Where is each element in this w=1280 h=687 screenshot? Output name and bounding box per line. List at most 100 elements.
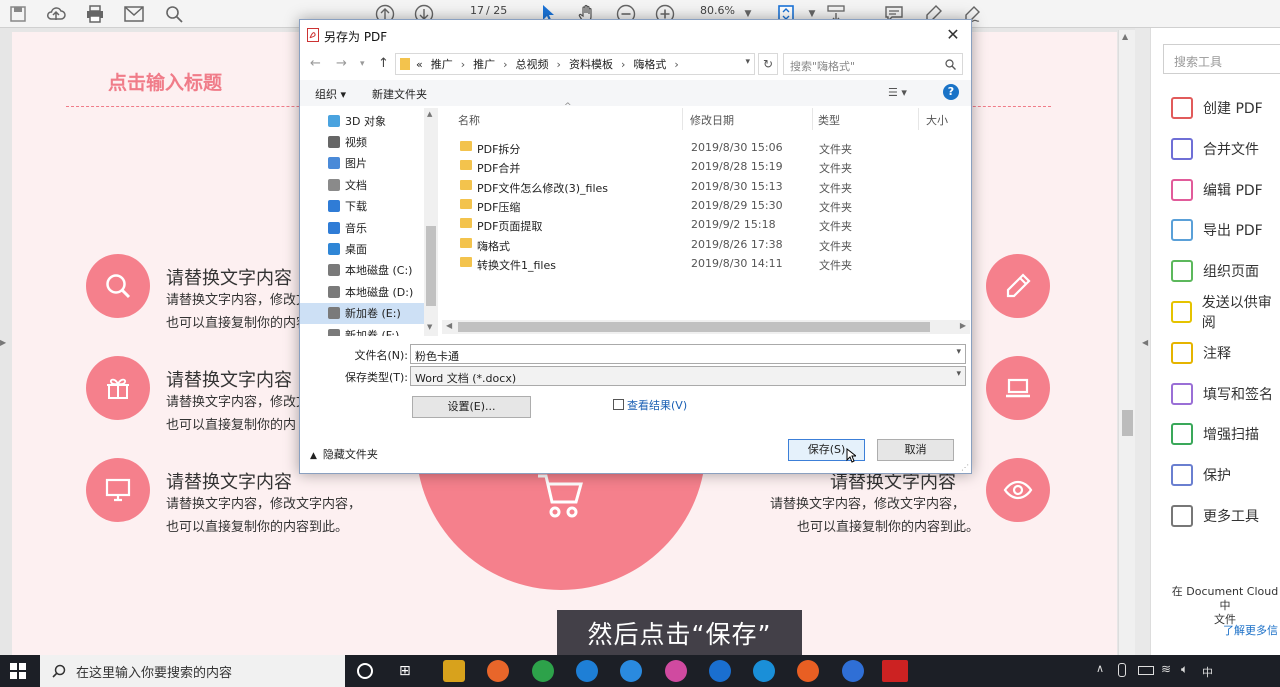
taskbar-app-icon[interactable]: [575, 660, 598, 682]
file-row[interactable]: PDF合并 2019/8/28 15:19 文件夹: [460, 157, 950, 176]
cortana-icon[interactable]: [357, 663, 373, 679]
mail-icon[interactable]: [122, 2, 146, 26]
file-row[interactable]: 转换文件1_files 2019/8/30 14:11 文件夹: [460, 254, 950, 273]
scroll-down-icon[interactable]: ▼: [427, 323, 432, 331]
breadcrumb-item[interactable]: 推广: [431, 56, 453, 72]
tool-item[interactable]: 注释: [1171, 341, 1231, 365]
organize-button[interactable]: 组织 ▾: [315, 86, 346, 102]
filetype-select[interactable]: Word 文档 (*.docx) ▾: [410, 366, 966, 386]
nav-item[interactable]: 音乐: [328, 217, 438, 238]
taskbar-search-input[interactable]: 在这里输入你要搜索的内容: [40, 655, 345, 687]
nav-scrollbar[interactable]: ▲ ▼: [424, 108, 438, 336]
nav-item[interactable]: 文档: [328, 174, 438, 195]
windows-start-icon[interactable]: [10, 663, 26, 682]
column-header-name[interactable]: 名称: [458, 112, 480, 128]
document-scrollbar[interactable]: ▲: [1118, 30, 1135, 655]
file-row[interactable]: PDF拆分 2019/8/30 15:06 文件夹: [460, 138, 950, 157]
taskbar-app-icon[interactable]: [753, 660, 776, 682]
view-options-icon[interactable]: ☰ ▾: [888, 86, 907, 99]
scroll-right-icon[interactable]: ▶: [960, 321, 966, 330]
taskbar-app-icon[interactable]: [443, 660, 465, 682]
breadcrumb-item[interactable]: 总视频: [516, 56, 549, 72]
taskbar-app-icon[interactable]: [664, 660, 687, 682]
volume-icon[interactable]: 🔈︎: [1181, 662, 1188, 677]
tool-item[interactable]: 组织页面: [1171, 259, 1259, 283]
microphone-icon[interactable]: [1118, 663, 1126, 677]
taskbar-app-icon[interactable]: [841, 660, 864, 682]
nav-item[interactable]: 下载: [328, 196, 438, 217]
left-panel-toggle-icon[interactable]: ▶: [0, 338, 6, 348]
nav-item[interactable]: 新加卷 (F:): [328, 324, 438, 336]
upload-cloud-icon[interactable]: [44, 2, 68, 26]
breadcrumb-item[interactable]: «: [416, 58, 423, 71]
nav-item[interactable]: 3D 对象: [328, 110, 438, 131]
wifi-icon[interactable]: ≋: [1161, 662, 1171, 676]
breadcrumb-item[interactable]: 嗨格式: [633, 56, 666, 72]
close-icon[interactable]: ✕: [943, 25, 963, 45]
tool-item[interactable]: 保护: [1171, 463, 1231, 487]
refresh-icon[interactable]: ↻: [758, 53, 778, 75]
tray-chevron-up-icon[interactable]: ∧: [1096, 662, 1104, 675]
tool-item[interactable]: 填写和签名: [1171, 382, 1273, 406]
chevron-down-icon[interactable]: ▾: [956, 347, 961, 357]
tool-item[interactable]: 合并文件: [1171, 137, 1259, 161]
resize-grip-icon[interactable]: ⋰: [961, 463, 969, 472]
breadcrumb-item[interactable]: 推广: [473, 56, 495, 72]
taskbar-app-icon[interactable]: [708, 660, 731, 682]
tool-item[interactable]: 创建 PDF: [1171, 96, 1263, 120]
folder-search-input[interactable]: 搜索"嗨格式": [783, 53, 963, 75]
help-icon[interactable]: ?: [943, 84, 959, 100]
taskbar-app-icon[interactable]: [487, 660, 510, 682]
file-row[interactable]: PDF压缩 2019/8/29 15:30 文件夹: [460, 196, 950, 215]
nav-item[interactable]: 视频: [328, 131, 438, 152]
tool-item[interactable]: 发送以供审阅: [1171, 295, 1280, 331]
address-bar[interactable]: « 推广 › 推广 › 总视频 › 资料模板 › 嗨格式 › ▾: [395, 53, 755, 75]
new-folder-button[interactable]: 新建文件夹: [372, 86, 427, 102]
taskbar-app-icon[interactable]: [620, 660, 643, 682]
chevron-down-icon[interactable]: ▾: [745, 57, 750, 67]
scrollbar-thumb[interactable]: [458, 322, 930, 332]
nav-item[interactable]: 图片: [328, 153, 438, 174]
scroll-up-icon[interactable]: ▲: [1122, 32, 1128, 41]
column-header-type[interactable]: 类型: [818, 112, 840, 128]
zoom-level-select[interactable]: 80.6%: [700, 4, 735, 17]
scrollbar-thumb[interactable]: [1122, 410, 1133, 436]
search-icon[interactable]: [162, 2, 186, 26]
battery-icon[interactable]: [1138, 666, 1154, 675]
scroll-left-icon[interactable]: ◀: [446, 321, 452, 330]
breadcrumb-item[interactable]: 资料模板: [569, 56, 613, 72]
filename-input[interactable]: 粉色卡通 ▾: [410, 344, 966, 364]
scroll-up-icon[interactable]: ▲: [427, 110, 432, 118]
scrollbar-thumb[interactable]: [426, 226, 436, 306]
learn-more-link[interactable]: 了解更多信: [1223, 622, 1278, 638]
column-header-size[interactable]: 大小: [926, 112, 948, 128]
view-results-checkbox[interactable]: [613, 399, 624, 410]
taskbar-app-icon[interactable]: [797, 660, 820, 682]
up-arrow-icon[interactable]: ↑: [378, 56, 389, 71]
tool-item[interactable]: 编辑 PDF: [1171, 178, 1263, 202]
nav-item[interactable]: 桌面: [328, 238, 438, 259]
file-row[interactable]: PDF页面提取 2019/9/2 15:18 文件夹: [460, 215, 950, 234]
view-results-label[interactable]: 查看结果(V): [627, 397, 687, 413]
dialog-titlebar[interactable]: 另存为 PDF ✕: [300, 20, 971, 50]
hide-folders-toggle[interactable]: ▲ 隐藏文件夹: [310, 446, 378, 462]
nav-item[interactable]: 本地磁盘 (D:): [328, 281, 438, 302]
ime-indicator[interactable]: 中: [1202, 664, 1213, 680]
right-panel-toggle-icon[interactable]: ◀: [1142, 338, 1148, 347]
file-row[interactable]: 嗨格式 2019/8/26 17:38 文件夹: [460, 235, 950, 254]
cancel-button[interactable]: 取消: [877, 439, 954, 461]
nav-item[interactable]: 本地磁盘 (C:): [328, 260, 438, 281]
nav-item[interactable]: 新加卷 (E:): [300, 302, 426, 324]
search-tools-input[interactable]: 搜索工具: [1163, 44, 1280, 74]
back-arrow-icon[interactable]: ←: [310, 56, 321, 71]
taskbar-app-icon[interactable]: [531, 660, 554, 682]
tool-item[interactable]: 更多工具: [1171, 504, 1259, 528]
tool-item[interactable]: 增强扫描: [1171, 422, 1259, 446]
file-row[interactable]: PDF文件怎么修改(3)_files 2019/8/30 15:13 文件夹: [460, 177, 950, 196]
column-header-modified[interactable]: 修改日期: [690, 112, 734, 128]
chevron-down-icon[interactable]: ▾: [360, 59, 365, 69]
print-icon[interactable]: [83, 2, 107, 26]
taskbar-app-icon[interactable]: [882, 660, 908, 682]
tool-item[interactable]: 导出 PDF: [1171, 218, 1263, 242]
settings-button[interactable]: 设置(E)...: [412, 396, 531, 418]
